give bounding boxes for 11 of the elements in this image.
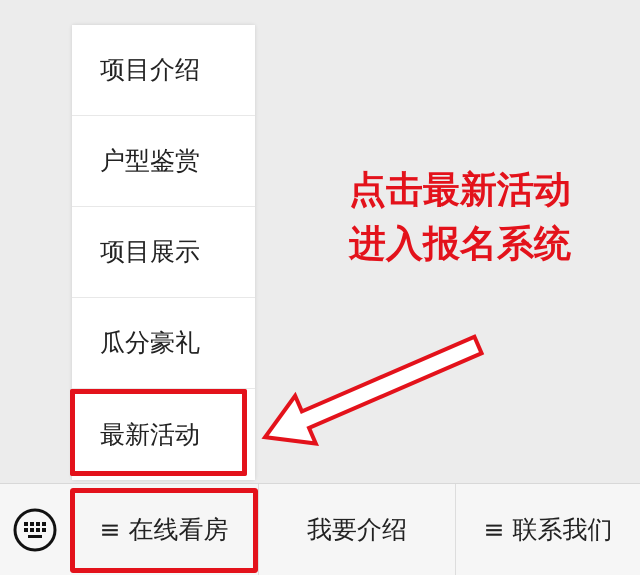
annotation-text: 进入报名系统 [349, 222, 571, 266]
menu-item[interactable]: 项目展示 [100, 233, 200, 271]
menu-tab[interactable]: ≡ 联系我们 [484, 510, 612, 548]
annotation-text: 点击最新活动 [349, 168, 571, 212]
menu-item[interactable]: 最新活动 [100, 416, 200, 454]
menu-item[interactable]: 瓜分豪礼 [100, 324, 200, 362]
keyboard-icon[interactable] [12, 506, 58, 552]
menu-item[interactable]: 项目介绍 [100, 51, 200, 89]
menu-item[interactable]: 户型鉴赏 [100, 142, 200, 180]
menu-tab[interactable]: ≡ 在线看房 [100, 510, 228, 548]
menu-tab[interactable]: 我要介绍 [307, 510, 407, 548]
